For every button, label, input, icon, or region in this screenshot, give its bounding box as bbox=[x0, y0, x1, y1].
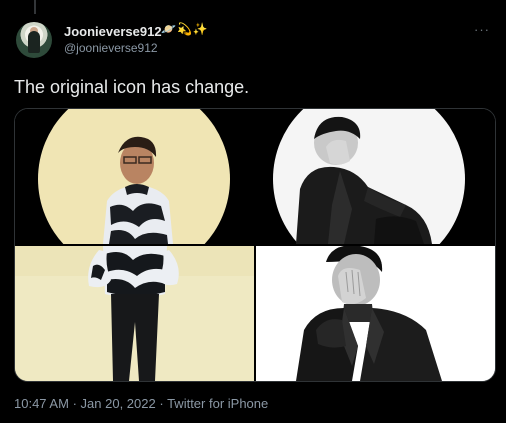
photo-1-image bbox=[15, 109, 254, 244]
tweet-text: The original icon has change. bbox=[14, 77, 250, 97]
display-name[interactable]: Joonieverse912 bbox=[64, 24, 162, 39]
tweet-date: Jan 20, 2022 bbox=[80, 396, 156, 411]
avatar[interactable] bbox=[16, 22, 52, 58]
name-emojis: 🪐💫✨ bbox=[161, 22, 209, 36]
media-photo-2[interactable] bbox=[256, 109, 495, 244]
source-separator: · bbox=[159, 396, 164, 411]
photo-4-image bbox=[256, 246, 495, 381]
avatar-figure bbox=[28, 31, 40, 53]
photo-3-image bbox=[15, 246, 254, 381]
timestamp-separator: · bbox=[72, 396, 77, 411]
tweet-source[interactable]: Twitter for iPhone bbox=[167, 396, 268, 411]
media-grid[interactable] bbox=[14, 108, 496, 382]
media-photo-3[interactable] bbox=[15, 246, 254, 381]
tweet-timestamp[interactable]: 10:47 AM · Jan 20, 2022 · Twitter for iP… bbox=[14, 396, 268, 411]
media-photo-1[interactable] bbox=[15, 109, 254, 244]
shooting-star-icon: 💫 bbox=[176, 22, 193, 36]
sparkles-icon: ✨ bbox=[192, 22, 209, 36]
more-options-icon[interactable]: ··· bbox=[474, 22, 490, 37]
media-photo-4[interactable] bbox=[256, 246, 495, 381]
tweet-time: 10:47 AM bbox=[14, 396, 69, 411]
user-handle[interactable]: @joonieverse912 bbox=[64, 41, 158, 55]
thread-connector-line bbox=[34, 0, 36, 14]
planet-icon: 🪐 bbox=[161, 22, 177, 36]
photo-2-image bbox=[256, 109, 495, 244]
